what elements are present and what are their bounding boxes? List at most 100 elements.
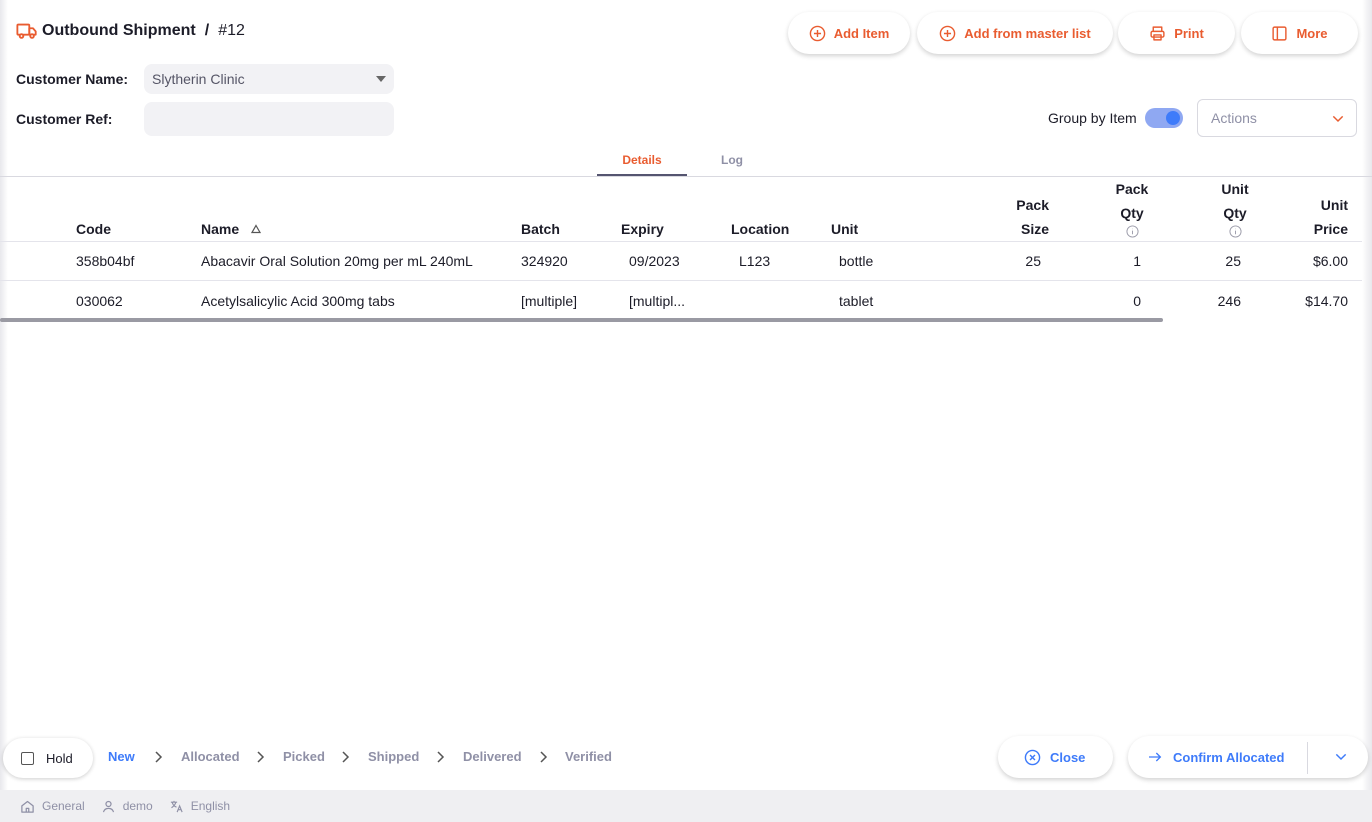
cell-name: Acetylsalicylic Acid 300mg tabs xyxy=(201,293,395,309)
title-separator: / xyxy=(204,22,210,39)
column-header-name[interactable]: Name xyxy=(201,217,262,241)
chevron-right-icon xyxy=(540,751,548,763)
cell-pack-size: 25 xyxy=(1025,253,1041,269)
page-title-text: Outbound Shipment xyxy=(42,22,196,39)
user-icon xyxy=(102,800,114,812)
unit-price-line-1: Unit xyxy=(1320,197,1348,213)
plus-circle-icon xyxy=(939,25,956,41)
cell-unit-qty: 246 xyxy=(1217,293,1241,309)
column-header-name-label: Name xyxy=(201,221,240,237)
customer-ref-input[interactable] xyxy=(144,102,394,136)
shipment-number: #12 xyxy=(218,22,245,39)
plus-circle-icon xyxy=(809,25,825,41)
column-header-pack-qty[interactable]: Pack Qty xyxy=(1102,177,1162,240)
table-row[interactable]: 030062 Acetylsalicylic Acid 300mg tabs [… xyxy=(0,281,1362,321)
close-circle-icon xyxy=(1024,749,1041,765)
add-from-master-list-label: Add from master list xyxy=(964,25,1091,41)
info-icon xyxy=(1125,225,1139,238)
column-header-pack-size[interactable]: Pack Size xyxy=(990,193,1049,241)
hold-label: Hold xyxy=(46,750,73,766)
close-label: Close xyxy=(1050,749,1086,765)
status-step-new: New xyxy=(108,749,135,764)
horizontal-scrollbar[interactable] xyxy=(0,318,1163,322)
pack-qty-line-2: Qty xyxy=(1120,205,1144,221)
customer-name-value: Slytherin Clinic xyxy=(152,71,245,87)
tab-details[interactable]: Details xyxy=(597,147,687,176)
cell-code: 030062 xyxy=(76,293,123,309)
split-button-divider xyxy=(1307,742,1308,774)
hold-toggle[interactable]: Hold xyxy=(3,738,93,778)
cell-unit-price: $14.70 xyxy=(1305,293,1348,309)
actions-dropdown[interactable]: Actions xyxy=(1197,99,1357,137)
cell-pack-size xyxy=(1000,281,1041,321)
cell-pack-qty: 0 xyxy=(1133,293,1141,309)
cell-location: L123 xyxy=(739,253,771,269)
toggle-knob xyxy=(1166,111,1180,125)
arrow-right-icon xyxy=(1149,752,1162,762)
cell-unit-qty: 25 xyxy=(1225,253,1241,269)
print-label: Print xyxy=(1174,25,1204,41)
actions-placeholder: Actions xyxy=(1211,110,1257,126)
column-header-unit[interactable]: Unit xyxy=(831,217,858,241)
column-header-code[interactable]: Code xyxy=(76,217,111,241)
store-name: General xyxy=(42,799,85,813)
pack-size-line-2: Size xyxy=(1020,221,1049,237)
cell-pack-qty: 1 xyxy=(1133,253,1141,269)
cell-unit: tablet xyxy=(839,293,874,309)
chevron-down-icon[interactable] xyxy=(1333,749,1349,765)
language-indicator[interactable]: English xyxy=(169,799,230,814)
cell-name: Abacavir Oral Solution 20mg per mL 240mL xyxy=(201,253,473,269)
chevron-right-icon xyxy=(155,751,163,763)
cell-unit-price: $6.00 xyxy=(1312,253,1348,269)
info-icon xyxy=(1228,225,1242,238)
unit-price-line-2: Price xyxy=(1313,221,1348,237)
truck-icon xyxy=(16,23,37,39)
printer-icon xyxy=(1150,25,1165,41)
confirm-allocated-label: Confirm Allocated xyxy=(1173,749,1285,765)
customer-name-select[interactable]: Slytherin Clinic xyxy=(144,64,394,94)
column-header-location[interactable]: Location xyxy=(731,217,789,241)
translate-icon xyxy=(170,800,183,812)
status-step-shipped: Shipped xyxy=(368,749,420,764)
tabs-divider xyxy=(0,176,1372,177)
customer-name-label: Customer Name: xyxy=(16,71,129,87)
group-by-item-label: Group by Item xyxy=(1048,110,1137,126)
chevron-down-icon xyxy=(1332,115,1344,123)
close-button[interactable]: Close xyxy=(998,736,1113,778)
confirm-allocated-button[interactable]: Confirm Allocated xyxy=(1147,749,1284,765)
customer-ref-label: Customer Ref: xyxy=(16,111,113,127)
column-header-unit-qty[interactable]: Unit Qty xyxy=(1205,177,1265,240)
home-icon xyxy=(21,800,34,813)
add-from-master-list-button[interactable]: Add from master list xyxy=(917,12,1113,54)
cell-code: 358b04bf xyxy=(76,253,135,269)
group-by-item-toggle[interactable] xyxy=(1145,108,1183,128)
user-name: demo xyxy=(122,799,153,813)
hold-checkbox[interactable] xyxy=(21,751,34,765)
cell-expiry: [multipl... xyxy=(629,293,686,309)
more-label: More xyxy=(1296,25,1328,41)
page-title: Outbound Shipment / #12 xyxy=(16,20,245,42)
table-row[interactable]: 358b04bf Abacavir Oral Solution 20mg per… xyxy=(0,241,1362,281)
cell-batch: [multiple] xyxy=(521,293,578,309)
sort-ascending-icon xyxy=(250,224,262,234)
right-edge-shadow xyxy=(1362,0,1372,790)
status-bar: General demo English xyxy=(0,790,1372,822)
cell-expiry: 09/2023 xyxy=(629,253,680,269)
status-step-verified: Verified xyxy=(565,749,612,764)
add-item-label: Add Item xyxy=(833,25,890,41)
chevron-right-icon xyxy=(437,751,445,763)
language-name: English xyxy=(190,799,231,813)
more-button[interactable]: More xyxy=(1241,12,1358,54)
caret-down-icon xyxy=(376,76,386,82)
print-button[interactable]: Print xyxy=(1118,12,1235,54)
column-header-expiry[interactable]: Expiry xyxy=(621,217,664,241)
tab-log[interactable]: Log xyxy=(687,147,777,176)
confirm-allocated-split-button: Confirm Allocated xyxy=(1128,736,1368,778)
store-indicator[interactable]: General xyxy=(20,799,85,814)
add-item-button[interactable]: Add Item xyxy=(788,12,910,54)
column-header-batch[interactable]: Batch xyxy=(521,217,560,241)
status-step-delivered: Delivered xyxy=(463,749,522,764)
column-header-unit-price[interactable]: Unit Price xyxy=(1288,193,1348,241)
chevron-right-icon xyxy=(257,751,265,763)
user-indicator[interactable]: demo xyxy=(101,799,153,814)
